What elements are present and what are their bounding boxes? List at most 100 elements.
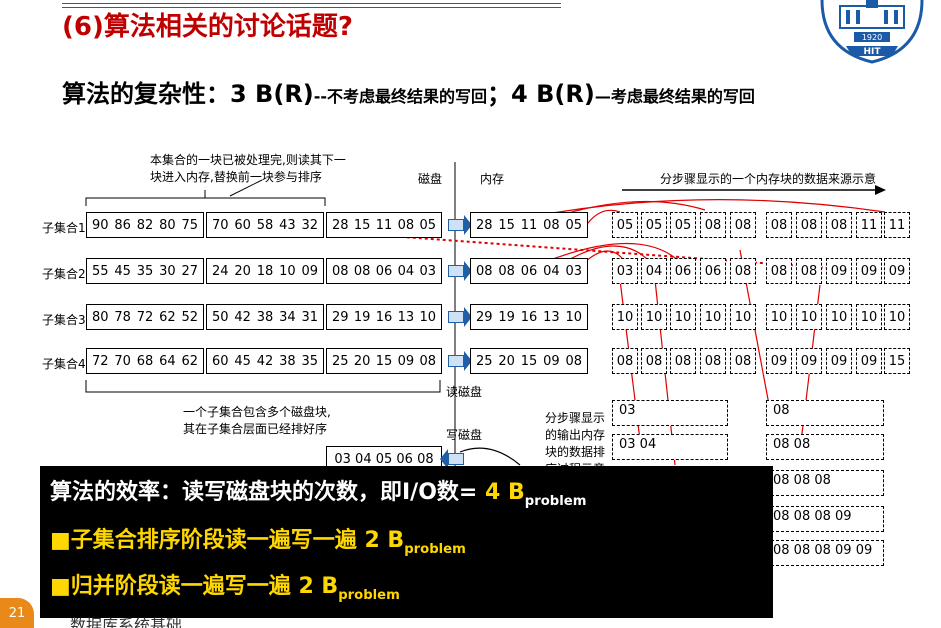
- cell-value: 62: [181, 353, 198, 369]
- overlay-line-3-prefix: ■归并阶段读一遍写一遍: [50, 574, 291, 599]
- bottom-bracket: [85, 380, 441, 393]
- output-right-2: 08 08: [766, 434, 884, 460]
- step-cell: 08: [796, 258, 822, 284]
- step-cell: 10: [612, 304, 638, 330]
- disk-block-2: 70 60 58 43 32: [206, 212, 324, 238]
- cell-value: 11: [520, 217, 538, 233]
- cell-value: 86: [114, 217, 131, 233]
- logo-year: 1920: [862, 33, 882, 42]
- cell-value: 80: [159, 217, 176, 233]
- cell-value: 31: [301, 309, 318, 325]
- cell-value: 34: [279, 309, 296, 325]
- cell-value: 28: [332, 217, 349, 233]
- read-arrow: [448, 261, 472, 281]
- step-cell: 03: [612, 258, 638, 284]
- read-arrow: [448, 351, 472, 371]
- cell-value: 03: [419, 263, 436, 279]
- cell-value: 45: [114, 263, 131, 279]
- overlay-line-3-sub: problem: [338, 588, 400, 603]
- cell-value: 10: [279, 263, 296, 279]
- cell-value: 15: [375, 353, 393, 369]
- label-mem: 内存: [480, 172, 505, 186]
- hit-logo: 1920 HIT: [820, 0, 924, 64]
- cell-value: 60: [212, 353, 229, 369]
- output-right-5: 08 08 08 09 09: [766, 540, 884, 566]
- output-left-2: 03 04: [612, 434, 728, 460]
- cell-value: 64: [159, 353, 176, 369]
- cell-value: 80: [92, 309, 109, 325]
- note-output-line-2: 的输出内存: [545, 428, 606, 442]
- cell-value: 06: [375, 263, 393, 279]
- cell-value: 08: [498, 263, 515, 279]
- subtitle-note-2: —考虑最终结果的写回: [594, 87, 755, 106]
- overlay-line-2-prefix: ■子集合排序阶段读一遍写一遍: [50, 528, 357, 553]
- cell-value: 55: [92, 263, 109, 279]
- disk-block-1: 80 78 72 62 52: [86, 304, 204, 330]
- step-cell: 08: [730, 258, 756, 284]
- cell-value: 38: [256, 309, 274, 325]
- cell-value: 08: [353, 263, 371, 279]
- overlay-line-2-sub: problem: [404, 542, 466, 557]
- cell-value: 09: [543, 353, 560, 369]
- complexity-subtitle: 算法的复杂性：3 B(R)--不考虑最终结果的写回；4 B(R)—考虑最终结果的…: [62, 74, 755, 109]
- cell-value: 13: [397, 309, 415, 325]
- cell-value: 52: [181, 309, 198, 325]
- overlay-line-2-value: 2 B: [364, 528, 405, 553]
- cell-value: 16: [520, 309, 538, 325]
- note-bottom-line-2: 其在子集合层面已经排好序: [183, 422, 328, 436]
- step-cell: 10: [884, 304, 910, 330]
- cell-value: 15: [520, 353, 538, 369]
- disk-block-3: 28 15 11 08 05: [326, 212, 442, 238]
- step-cell: 10: [730, 304, 756, 330]
- cell-value: 29: [332, 309, 349, 325]
- step-cell: 10: [700, 304, 726, 330]
- step-cell: 15: [884, 348, 910, 374]
- cell-value: 08: [332, 263, 349, 279]
- overlay-line-1: 算法的效率：读写磁盘块的次数，即I/O数= 4 Bproblem: [50, 474, 586, 509]
- cell-value: 70: [212, 217, 229, 233]
- label-disk: 磁盘: [418, 172, 443, 186]
- cell-value: 18: [256, 263, 274, 279]
- step-cell: 05: [641, 212, 667, 238]
- cell-value: 04: [397, 263, 415, 279]
- cell-value: 06: [520, 263, 538, 279]
- cell-value: 78: [114, 309, 131, 325]
- black-arrow: [459, 447, 521, 466]
- cell-value: 08: [565, 353, 582, 369]
- overlay-line-1-sub: problem: [524, 494, 587, 509]
- overlay-line-3: ■归并阶段读一遍写一遍 2 Bproblem: [50, 568, 400, 603]
- label-steps: 分步骤显示的一个内存块的数据来源示意: [660, 172, 877, 186]
- step-cell: 08: [796, 212, 822, 238]
- cell-value: 27: [181, 263, 198, 279]
- disk-block-3: 29 19 16 13 10: [326, 304, 442, 330]
- note-output-line-1: 分步骤显示: [545, 411, 606, 425]
- cell-value: 05: [419, 217, 436, 233]
- cell-value: 35: [301, 353, 318, 369]
- output-right-4: 08 08 08 09: [766, 506, 884, 532]
- mem-block: 08 08 06 04 03: [470, 258, 588, 284]
- mem-block: 29 19 16 13 10: [470, 304, 588, 330]
- slide-title: (6)算法相关的讨论话题?: [62, 12, 353, 42]
- step-cell: 10: [641, 304, 667, 330]
- step-cell: 08: [766, 258, 792, 284]
- overlay-line-2: ■子集合排序阶段读一遍写一遍 2 Bproblem: [50, 522, 466, 557]
- step-cell: 05: [670, 212, 696, 238]
- efficiency-overlay: 算法的效率：读写磁盘块的次数，即I/O数= 4 Bproblem ■子集合排序阶…: [40, 466, 773, 618]
- top-bracket: [85, 190, 326, 206]
- mem-block: 28 15 11 08 05: [470, 212, 588, 238]
- read-arrow: [448, 307, 472, 327]
- cell-value: 43: [279, 217, 296, 233]
- step-cell: 08: [612, 348, 638, 374]
- subtitle-note-1: --不考虑最终结果的写回: [313, 87, 488, 106]
- cell-value: 62: [159, 309, 176, 325]
- cell-value: 72: [136, 309, 154, 325]
- step-cell: 08: [700, 212, 726, 238]
- steps-arrowhead: [875, 185, 886, 195]
- step-cell: 10: [766, 304, 792, 330]
- cell-value: 35: [136, 263, 154, 279]
- step-cell: 08: [730, 212, 756, 238]
- step-cell: 08: [826, 212, 852, 238]
- label-read-disk: 读磁盘: [446, 385, 483, 399]
- note-bottom-line-1: 一个子集合包含多个磁盘块,: [183, 405, 331, 419]
- disk-block-3: 25 20 15 09 08: [326, 348, 442, 374]
